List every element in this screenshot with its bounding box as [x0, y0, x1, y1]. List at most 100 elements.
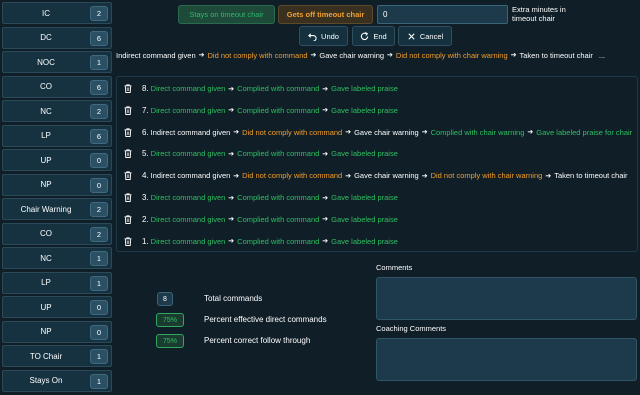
arrow-icon: ➔ [228, 85, 235, 93]
refresh-icon [361, 31, 369, 40]
end-label: End [373, 31, 387, 41]
sequence-step: Indirect command given [116, 50, 196, 60]
sidebar-item-count: 0 [90, 153, 108, 168]
arrow-icon: ➔ [322, 150, 329, 158]
trash-icon[interactable] [124, 193, 134, 202]
arrow-icon: ➔ [233, 129, 240, 137]
sidebar-item-count: 1 [90, 275, 108, 291]
sequence-step: Complied with chair warning [430, 127, 525, 137]
sequence-step: Gave labeled praise [331, 193, 398, 202]
sidebar-item-label: NP [40, 327, 52, 336]
sidebar-item[interactable]: UP 0 [2, 296, 112, 318]
sidebar-item-count: 6 [90, 128, 108, 144]
trash-icon[interactable] [124, 236, 134, 246]
sidebar-item-count: 0 [90, 300, 108, 315]
sidebar-item[interactable]: CO 2 [2, 222, 112, 245]
arrow-icon: ➔ [228, 194, 235, 202]
trash-icon[interactable] [124, 215, 134, 224]
trash-icon[interactable] [124, 171, 134, 181]
sequence-step: Did not comply with chair warning [430, 171, 543, 181]
sidebar-item[interactable]: Stays On 1 [2, 369, 112, 392]
end-button[interactable]: End [352, 26, 395, 46]
comments-textarea[interactable] [376, 277, 637, 320]
sidebar-item-count: 2 [90, 6, 108, 21]
sequence-step: Direct command given [150, 84, 226, 93]
arrow-icon: ➔ [322, 194, 329, 202]
sequence-step: Gave labeled praise [331, 105, 398, 115]
sidebar-item-count: 2 [90, 104, 108, 119]
sidebar-item[interactable]: TO Chair 1 [2, 345, 112, 367]
arrow-icon: ➔ [345, 172, 352, 180]
sidebar-item-label: NOC [37, 57, 55, 67]
trash-icon[interactable] [124, 106, 134, 115]
stays-on-timeout-chair-button[interactable]: Stays on timeout chair [178, 5, 275, 24]
code-sidebar: IC 2 DC 6 NOC 1 CO 6 NC 2 LP 6 UP 0 NP 0 Chair Warning 2 C… [2, 2, 112, 394]
gets-off-timeout-chair-button[interactable]: Gets off timeout chair [278, 5, 373, 24]
sidebar-item-label: DC [40, 33, 52, 42]
sidebar-item[interactable]: LP 6 [2, 124, 112, 147]
trash-icon[interactable] [124, 149, 134, 159]
sequence-row: 1. Direct command given ➔ Complied with com… [117, 231, 637, 251]
sidebar-item[interactable]: NP 0 [2, 173, 112, 196]
sidebar-item-count: 0 [90, 177, 108, 193]
sequence-row: 8. Direct command given ➔ Complied with com… [117, 78, 637, 99]
sequence-row: 6. Indirect command given ➔ Did not comply … [117, 122, 637, 143]
sidebar-item[interactable]: NC 1 [2, 247, 112, 269]
arrow-icon: ➔ [322, 107, 329, 115]
arrow-icon: ➔ [228, 216, 235, 224]
arrow-icon: ➔ [233, 172, 240, 180]
sequence-step: Did not comply with chair warning [395, 50, 508, 60]
sequence-step: Did not comply with command [242, 171, 343, 181]
sequence-step: Did not comply with command [242, 127, 343, 137]
sequence-step: Gave labeled praise for chair [536, 127, 633, 137]
cancel-button[interactable]: Cancel [398, 26, 452, 46]
sidebar-item[interactable]: NP 0 [2, 320, 112, 343]
sidebar-item[interactable]: CO 6 [2, 75, 112, 98]
sequence-row: 5. Direct command given ➔ Complied with com… [117, 143, 637, 164]
sequence-step: Gave labeled praise [331, 84, 398, 93]
trash-icon[interactable] [124, 84, 134, 93]
undo-button[interactable]: Undo [299, 26, 348, 46]
sidebar-item-label: Chair Warning [20, 204, 72, 214]
follow-through-label: Percent correct follow through [204, 336, 311, 345]
sidebar-item[interactable]: UP 0 [2, 149, 112, 171]
extra-minutes-input[interactable]: 0 [377, 5, 508, 24]
sequence-step: Gave labeled praise [331, 236, 398, 246]
sequence-number: 6. [142, 127, 149, 137]
extra-minutes-label: Extra minutes in timeout chair [512, 5, 566, 23]
sidebar-item-label: LP [41, 278, 51, 287]
coaching-comments-textarea[interactable] [376, 338, 637, 381]
sidebar-item[interactable]: Chair Warning 2 [2, 198, 112, 220]
sidebar-item[interactable]: DC 6 [2, 26, 112, 49]
sidebar-item[interactable]: IC 2 [2, 2, 112, 24]
sequence-step: Indirect command given [150, 171, 231, 181]
sequence-step: Taken to timeout chair [554, 171, 628, 181]
sequence-step: Complied with command [237, 214, 320, 224]
sidebar-item-label: NC [40, 253, 52, 263]
sidebar-item[interactable]: NC 2 [2, 100, 112, 122]
sequence-step: Did not comply with command [207, 50, 308, 60]
sidebar-item-label: CO [40, 229, 52, 238]
sequence-row: 3. Direct command given ➔ Complied with com… [117, 187, 637, 208]
arrow-icon: ➔ [228, 150, 235, 158]
arrow-icon: ➔ [322, 216, 329, 224]
trash-icon[interactable] [124, 127, 134, 137]
arrow-icon: ➔ [527, 129, 534, 137]
sequence-step: Direct command given [150, 149, 226, 159]
sequence-step: Complied with command [237, 105, 320, 115]
sidebar-item-count: 2 [90, 226, 108, 242]
sequence-step: Gave labeled praise [331, 214, 398, 224]
sequence-list: 8. Direct command given ➔ Complied with com… [116, 76, 638, 252]
arrow-icon: ➔ [310, 52, 317, 59]
sidebar-item-label: Stays On [29, 376, 63, 385]
sidebar-item[interactable]: LP 1 [2, 271, 112, 294]
sequence-number: 7. [142, 105, 149, 115]
sequence-number: 2. [142, 214, 149, 224]
sidebar-item-label: TO Chair [29, 351, 63, 361]
sequence-step: Complied with command [237, 149, 320, 159]
sequence-number: 3. [142, 193, 149, 202]
sidebar-item[interactable]: NOC 1 [2, 51, 112, 73]
total-commands-badge: 8 [157, 292, 173, 306]
sequence-number: 8. [142, 84, 149, 93]
sequence-step: Complied with command [237, 193, 320, 202]
